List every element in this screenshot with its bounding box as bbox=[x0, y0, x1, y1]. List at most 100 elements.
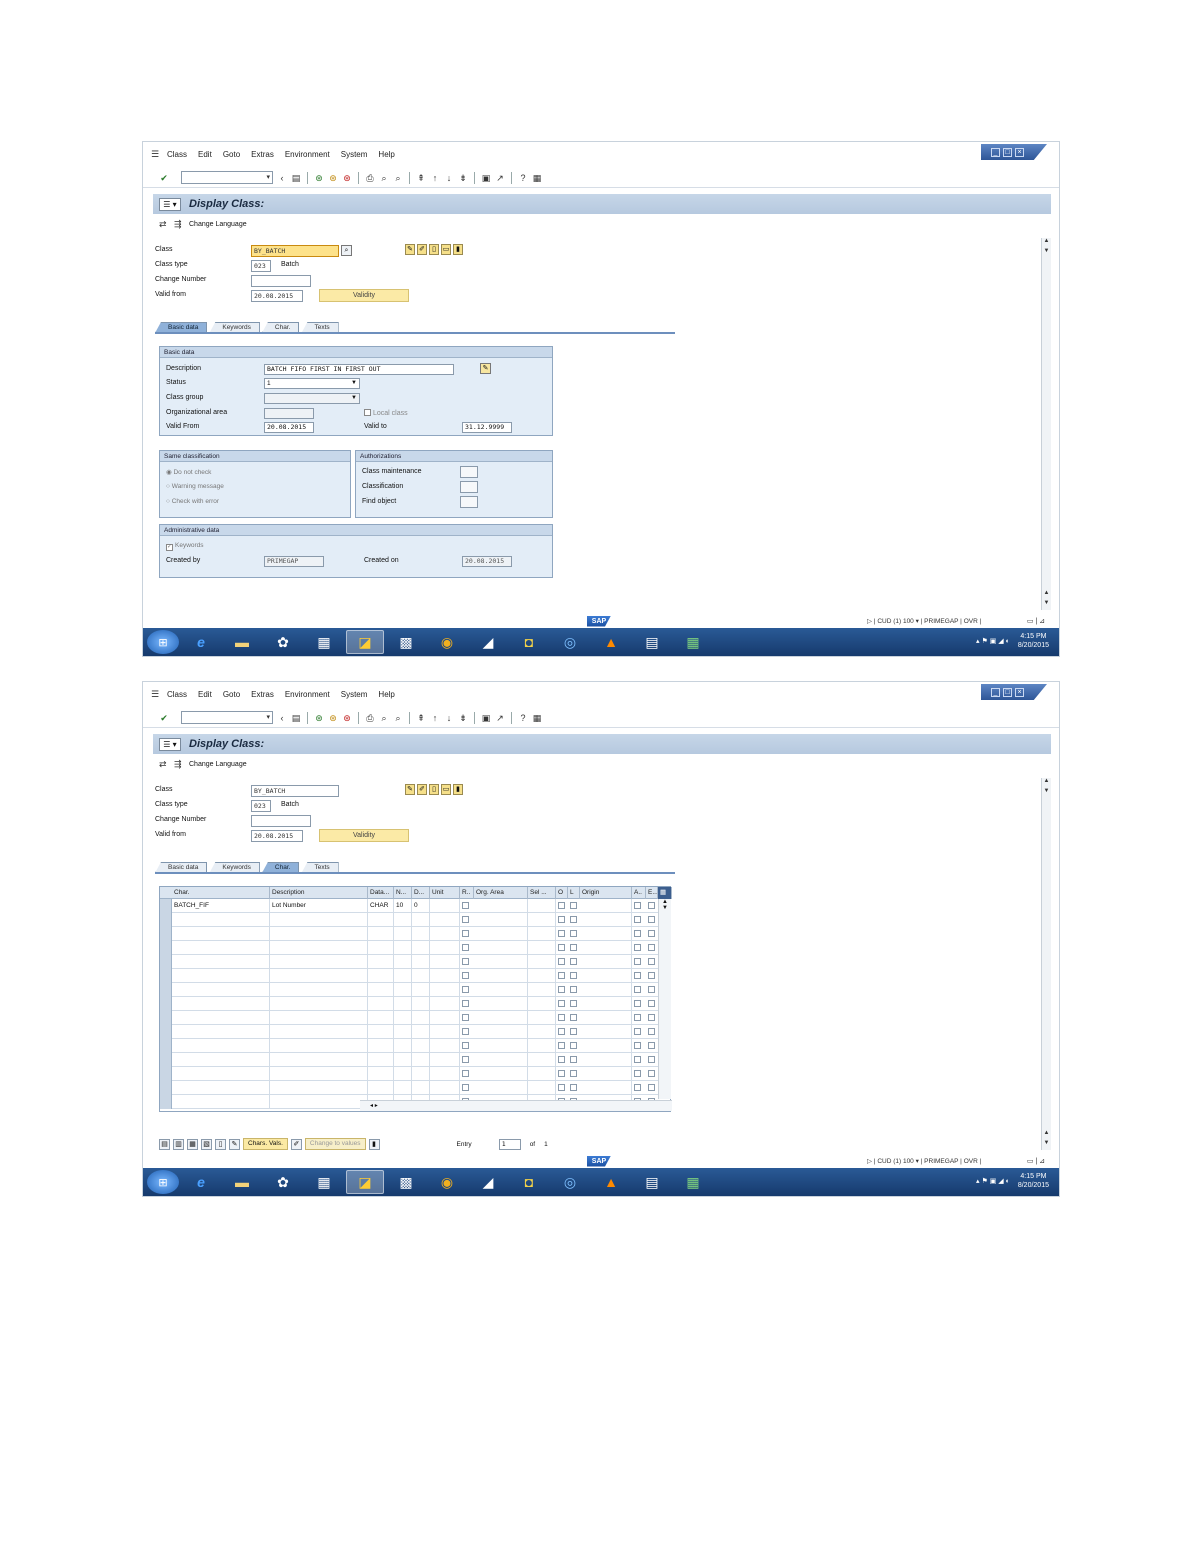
cell-decimals[interactable] bbox=[412, 1067, 430, 1081]
cell-data-type[interactable] bbox=[368, 969, 394, 983]
notes-icon[interactable]: ◘ bbox=[510, 630, 548, 654]
cell-origin[interactable] bbox=[580, 899, 632, 913]
checkbox-icon[interactable] bbox=[634, 1084, 641, 1091]
exit-icon[interactable]: ⊛ bbox=[328, 713, 338, 723]
tool-icon-1[interactable]: ✎ bbox=[405, 784, 415, 795]
previous-page-icon[interactable]: ↑ bbox=[430, 713, 440, 723]
menu-edit[interactable]: Edit bbox=[198, 150, 212, 159]
table-horizontal-scrollbar[interactable]: ◂ ▸ bbox=[360, 1100, 672, 1111]
print-icon[interactable]: ⎙ bbox=[365, 173, 375, 183]
cell-num-chars[interactable] bbox=[394, 955, 412, 969]
other-class-icon[interactable]: ⇶ bbox=[174, 220, 183, 229]
status-icons[interactable]: ▭ | ⊿ bbox=[1027, 1157, 1045, 1165]
cell-unit[interactable] bbox=[430, 927, 460, 941]
checkbox-icon[interactable] bbox=[462, 1056, 469, 1063]
cell-origin[interactable] bbox=[580, 1025, 632, 1039]
checkbox-icon[interactable] bbox=[570, 1000, 577, 1007]
checkbox-icon[interactable] bbox=[558, 1070, 565, 1077]
cell-decimals[interactable] bbox=[412, 1011, 430, 1025]
cell-org-area[interactable] bbox=[474, 997, 528, 1011]
chrome-icon[interactable]: ◉ bbox=[428, 630, 466, 654]
cell-num-chars[interactable] bbox=[394, 1011, 412, 1025]
cell-origin[interactable] bbox=[580, 997, 632, 1011]
col-description[interactable]: Description bbox=[270, 887, 368, 899]
scroll-right-icon[interactable]: ▸ bbox=[375, 1103, 378, 1109]
checkbox-icon[interactable] bbox=[570, 916, 577, 923]
checkbox-icon[interactable] bbox=[634, 1014, 641, 1021]
row-selector[interactable] bbox=[160, 983, 172, 997]
cell-num-chars[interactable] bbox=[394, 913, 412, 927]
cell-decimals[interactable]: 0 bbox=[412, 899, 430, 913]
cell-org-area[interactable] bbox=[474, 927, 528, 941]
scroll-up-icon[interactable]: ▲ bbox=[1042, 590, 1051, 600]
tool-icon-2[interactable]: ✐ bbox=[417, 784, 427, 795]
checkbox-icon[interactable] bbox=[570, 930, 577, 937]
table-row[interactable] bbox=[160, 1039, 670, 1053]
menu-goto[interactable]: Goto bbox=[223, 150, 240, 159]
file-explorer-icon[interactable]: ▬ bbox=[223, 630, 261, 654]
col-org-area[interactable]: Org. Area bbox=[474, 887, 528, 899]
save-icon[interactable]: ▤ bbox=[291, 173, 301, 183]
system-info[interactable]: ▷ | CUD (1) 100 ▾ | PRIMEGAP | OVR | bbox=[867, 1157, 981, 1165]
row-selector[interactable] bbox=[160, 899, 172, 913]
cell-unit[interactable] bbox=[430, 983, 460, 997]
checkbox-icon[interactable] bbox=[462, 1014, 469, 1021]
col-decimals[interactable]: D... bbox=[412, 887, 430, 899]
checkbox-icon[interactable] bbox=[462, 902, 469, 909]
checkbox-icon[interactable] bbox=[570, 958, 577, 965]
media-icon[interactable]: ✿ bbox=[264, 1170, 302, 1194]
cell-origin[interactable] bbox=[580, 1053, 632, 1067]
basic-valid-from-input[interactable]: 20.08.2015 bbox=[264, 422, 314, 433]
checkbox-icon[interactable] bbox=[462, 916, 469, 923]
change-to-values-button[interactable]: Change to values bbox=[304, 1138, 366, 1150]
cell-description[interactable] bbox=[270, 983, 368, 997]
cell-description[interactable] bbox=[270, 955, 368, 969]
cell-org-area[interactable] bbox=[474, 1053, 528, 1067]
cell-description[interactable] bbox=[270, 1025, 368, 1039]
cell-unit[interactable] bbox=[430, 1081, 460, 1095]
checkbox-icon[interactable] bbox=[462, 1084, 469, 1091]
cell-char[interactable] bbox=[172, 1081, 270, 1095]
cell-description[interactable] bbox=[270, 1011, 368, 1025]
tool-icon-5[interactable]: ▮ bbox=[453, 784, 463, 795]
checkbox-icon[interactable] bbox=[570, 902, 577, 909]
switch-icon[interactable]: ⇄ bbox=[159, 220, 168, 229]
col-o[interactable]: O bbox=[556, 887, 568, 899]
menu-system[interactable]: System bbox=[341, 150, 368, 159]
checkbox-icon[interactable] bbox=[648, 902, 655, 909]
cell-char[interactable] bbox=[172, 1011, 270, 1025]
internet-explorer-icon[interactable]: e bbox=[182, 1170, 220, 1194]
checkbox-icon[interactable] bbox=[558, 986, 565, 993]
tool-icon-3[interactable]: ▯ bbox=[429, 244, 439, 255]
auth-find-object-input[interactable] bbox=[460, 496, 478, 508]
chevron-down-icon[interactable]: ▾ bbox=[266, 713, 270, 721]
col-sel[interactable]: Sel ... bbox=[528, 887, 556, 899]
checkbox-icon[interactable] bbox=[462, 1000, 469, 1007]
checkbox-icon[interactable] bbox=[648, 1042, 655, 1049]
created-by-input[interactable]: PRIMEGAP bbox=[264, 556, 324, 567]
class-input[interactable]: BY_BATCH bbox=[251, 785, 339, 797]
cell-description[interactable] bbox=[270, 927, 368, 941]
back-icon[interactable]: ⊛ bbox=[314, 173, 324, 183]
cell-num-chars[interactable] bbox=[394, 1039, 412, 1053]
tool-icon-4[interactable]: ▭ bbox=[441, 244, 451, 255]
table-tool-icon-5[interactable]: ▯ bbox=[215, 1138, 226, 1150]
cell-char[interactable] bbox=[172, 1039, 270, 1053]
cell-org-area[interactable] bbox=[474, 1011, 528, 1025]
cell-origin[interactable] bbox=[580, 1081, 632, 1095]
cell-org-area[interactable] bbox=[474, 899, 528, 913]
cell-sel[interactable] bbox=[528, 899, 556, 913]
created-on-input[interactable]: 20.08.2015 bbox=[462, 556, 512, 567]
cell-char[interactable] bbox=[172, 1067, 270, 1081]
cell-description[interactable] bbox=[270, 1081, 368, 1095]
shortcut-icon[interactable]: ↗ bbox=[495, 173, 505, 183]
table-tool-icon-1[interactable]: ▤ bbox=[159, 1138, 170, 1150]
cell-org-area[interactable] bbox=[474, 955, 528, 969]
cell-description[interactable] bbox=[270, 941, 368, 955]
scroll-down-icon[interactable]: ▼ bbox=[1042, 788, 1051, 798]
checkbox-icon[interactable] bbox=[648, 972, 655, 979]
next-page-icon[interactable]: ↓ bbox=[444, 173, 454, 183]
find-icon[interactable]: ⌕ bbox=[379, 173, 389, 183]
table-tool-icon-4[interactable]: ▧ bbox=[201, 1138, 212, 1150]
table-tool-icon-3[interactable]: ▦ bbox=[187, 1138, 198, 1150]
